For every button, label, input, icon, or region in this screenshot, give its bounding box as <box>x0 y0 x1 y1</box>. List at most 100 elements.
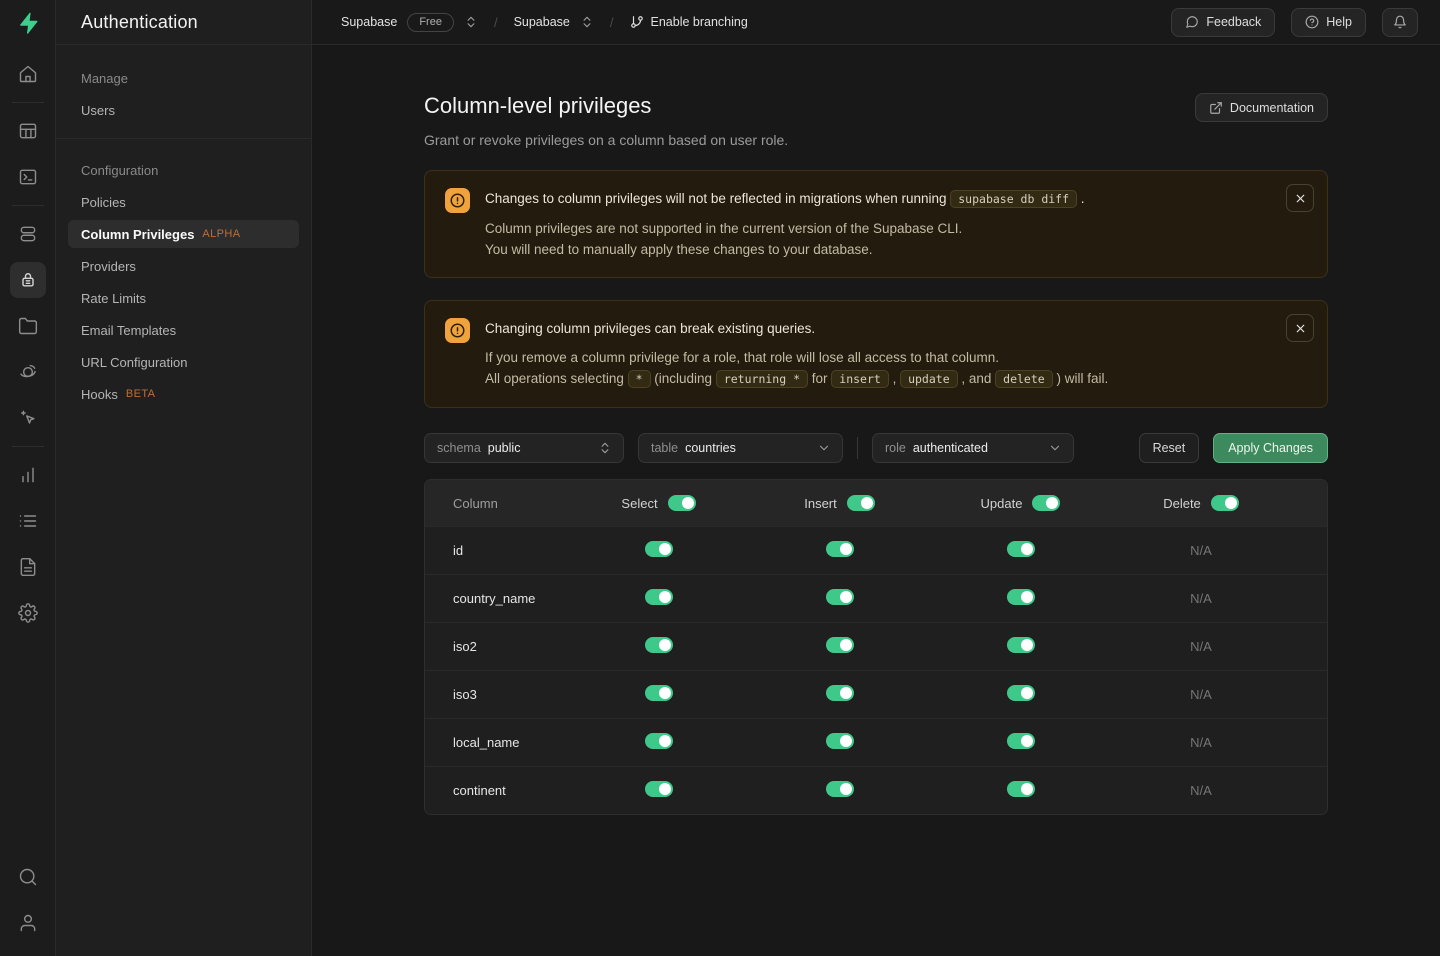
banner-line-text: Column privileges are not supported in t… <box>485 221 962 236</box>
cell-select <box>645 589 673 608</box>
update-all-toggle[interactable] <box>1032 495 1060 511</box>
rail-item-user[interactable] <box>10 905 46 941</box>
select-toggle[interactable] <box>645 685 673 701</box>
rail-item-realtime[interactable] <box>10 400 46 436</box>
banner-line-text: (including <box>651 371 716 386</box>
sidebar-item-users[interactable]: Users <box>68 96 299 124</box>
reports-icon <box>18 465 38 485</box>
sidebar-item-url-configuration[interactable]: URL Configuration <box>68 348 299 376</box>
filter-divider <box>857 437 858 459</box>
table-select[interactable]: table countries <box>638 433 843 463</box>
banner-line-text: ) will fail. <box>1053 371 1109 386</box>
insert-toggle[interactable] <box>826 637 854 653</box>
inline-code: supabase db diff <box>950 190 1077 208</box>
notifications-button[interactable] <box>1382 8 1418 37</box>
banner-title: Changes to column privileges will not be… <box>485 188 1085 210</box>
insert-toggle[interactable] <box>826 589 854 605</box>
insert-header: Insert <box>804 496 837 511</box>
banner-line: All operations selecting * (including re… <box>485 368 1108 390</box>
rail-item-table-editor[interactable] <box>10 113 46 149</box>
banner-line: Column privileges are not supported in t… <box>485 218 1085 239</box>
rail-item-logs[interactable] <box>10 503 46 539</box>
update-toggle[interactable] <box>1007 781 1035 797</box>
update-toggle[interactable] <box>1007 541 1035 557</box>
insert-toggle[interactable] <box>826 541 854 557</box>
sidebar-item-policies[interactable]: Policies <box>68 188 299 216</box>
schema-select[interactable]: schema public <box>424 433 624 463</box>
insert-all-toggle[interactable] <box>847 495 875 511</box>
project-switcher-chevrons-icon[interactable] <box>580 15 594 29</box>
cell-delete-na: N/A <box>1190 639 1212 654</box>
sidebar-item-label: Providers <box>81 259 136 274</box>
column-name: iso3 <box>425 687 568 702</box>
update-toggle[interactable] <box>1007 733 1035 749</box>
sidebar-item-email-templates[interactable]: Email Templates <box>68 316 299 344</box>
help-button[interactable]: Help <box>1291 8 1366 37</box>
update-toggle[interactable] <box>1007 589 1035 605</box>
rail-item-sql-editor[interactable] <box>10 159 46 195</box>
sidebar-section-header: Manage <box>56 65 311 96</box>
delete-all-toggle[interactable] <box>1211 495 1239 511</box>
breadcrumb-project[interactable]: Supabase <box>514 15 570 29</box>
insert-toggle[interactable] <box>826 733 854 749</box>
select-toggle[interactable] <box>645 589 673 605</box>
select-toggle[interactable] <box>645 541 673 557</box>
select-all-toggle[interactable] <box>668 495 696 511</box>
insert-toggle[interactable] <box>826 781 854 797</box>
apply-changes-button[interactable]: Apply Changes <box>1213 433 1328 463</box>
insert-toggle[interactable] <box>826 685 854 701</box>
schema-select-value: public <box>488 441 521 455</box>
logs-icon <box>18 511 38 531</box>
update-header: Update <box>981 496 1023 511</box>
select-toggle[interactable] <box>645 733 673 749</box>
rail-item-storage[interactable] <box>10 308 46 344</box>
database-icon <box>18 224 38 244</box>
cell-insert <box>826 733 854 752</box>
rail-item-database[interactable] <box>10 216 46 252</box>
column-name: iso2 <box>425 639 568 654</box>
org-switcher-chevrons-icon[interactable] <box>464 15 478 29</box>
column-name: country_name <box>425 591 568 606</box>
banner-close-button[interactable] <box>1286 184 1314 212</box>
select-toggle[interactable] <box>645 637 673 653</box>
breadcrumb-org[interactable]: Supabase <box>341 15 397 29</box>
rail-item-home[interactable] <box>10 56 46 92</box>
banner-close-button[interactable] <box>1286 314 1314 342</box>
icon-rail <box>0 0 56 956</box>
feedback-button[interactable]: Feedback <box>1171 8 1275 37</box>
rail-item-api-docs[interactable] <box>10 549 46 585</box>
enable-branching-button[interactable]: Enable branching <box>630 15 748 29</box>
banner-text: Changes to column privileges will not be… <box>485 188 1085 260</box>
select-toggle[interactable] <box>645 781 673 797</box>
role-select[interactable]: role authenticated <box>872 433 1074 463</box>
sidebar-item-hooks[interactable]: HooksBETA <box>68 380 299 408</box>
rail-item-settings[interactable] <box>10 595 46 631</box>
documentation-button[interactable]: Documentation <box>1195 93 1328 122</box>
rail-item-search[interactable] <box>10 859 46 895</box>
rail-item-authentication[interactable] <box>10 262 46 298</box>
reset-button[interactable]: Reset <box>1139 433 1200 463</box>
table-select-value: countries <box>685 441 736 455</box>
settings-icon <box>18 603 38 623</box>
update-toggle[interactable] <box>1007 685 1035 701</box>
bell-icon <box>1393 15 1407 29</box>
sidebar-item-badge: BETA <box>126 388 156 400</box>
cell-insert <box>826 637 854 656</box>
cell-update <box>1007 685 1035 704</box>
supabase-logo[interactable] <box>0 0 55 45</box>
plan-badge[interactable]: Free <box>407 13 454 32</box>
authentication-icon <box>18 270 38 290</box>
banner-line-text: All operations selecting <box>485 371 628 386</box>
sidebar-item-providers[interactable]: Providers <box>68 252 299 280</box>
schema-select-label: schema <box>437 441 481 455</box>
sidebar-item-column-privileges[interactable]: Column PrivilegesALPHA <box>68 220 299 248</box>
rail-item-edge-functions[interactable] <box>10 354 46 390</box>
cell-delete-na: N/A <box>1190 687 1212 702</box>
cell-select <box>645 541 673 560</box>
warning-icon <box>445 318 470 343</box>
update-toggle[interactable] <box>1007 637 1035 653</box>
rail-item-reports[interactable] <box>10 457 46 493</box>
sidebar-item-rate-limits[interactable]: Rate Limits <box>68 284 299 312</box>
inline-code: insert <box>831 370 889 388</box>
cell-delete-na: N/A <box>1190 543 1212 558</box>
